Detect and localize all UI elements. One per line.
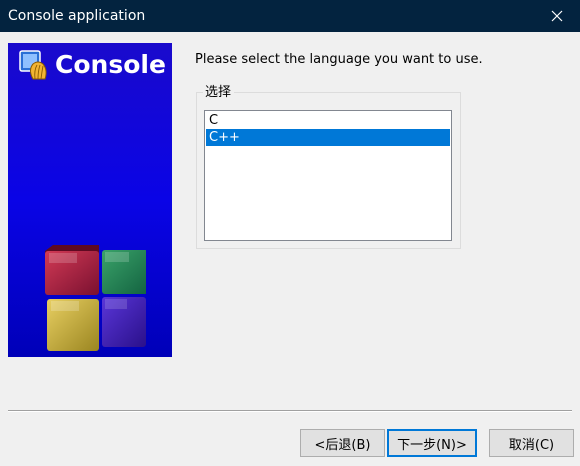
cancel-button[interactable]: 取消(C)	[489, 429, 574, 457]
back-button[interactable]: <后退(B)	[300, 429, 385, 457]
close-button[interactable]	[534, 0, 580, 32]
next-button[interactable]: 下一步(N)>	[387, 429, 477, 457]
language-listbox[interactable]: C C++	[204, 110, 452, 241]
dialog-window: Console application Console Please selec…	[0, 0, 580, 466]
language-option-cpp[interactable]: C++	[206, 129, 450, 146]
language-prompt: Please select the language you want to u…	[195, 52, 483, 67]
banner-title: Console	[55, 50, 166, 79]
window-title: Console application	[8, 8, 146, 24]
title-bar[interactable]: Console application	[0, 0, 580, 32]
language-option-c[interactable]: C	[206, 112, 450, 129]
wizard-banner: Console	[8, 43, 172, 357]
groupbox-label: 选择	[203, 85, 235, 101]
codeblocks-logo-icon	[19, 50, 47, 80]
cube-illustration	[45, 245, 146, 351]
footer-separator	[8, 410, 572, 412]
close-icon	[551, 10, 563, 22]
